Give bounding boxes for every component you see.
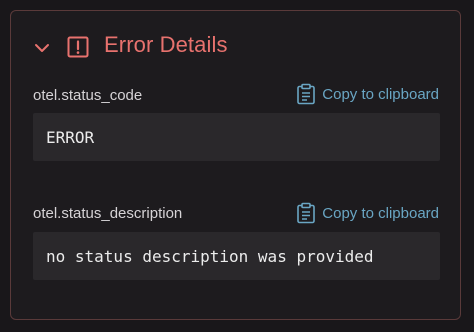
attribute-value: ERROR (46, 127, 95, 147)
attribute-key: otel.status_code (33, 87, 143, 104)
attribute-value: no status description was provided (46, 246, 374, 266)
copy-to-clipboard-button[interactable]: Copy to clipboard (296, 202, 439, 224)
section-title: Error Details (104, 32, 228, 57)
chevron-down-icon[interactable] (33, 39, 51, 57)
clipboard-icon (297, 83, 316, 105)
error-details-header[interactable]: Error Details (11, 11, 460, 83)
clipboard-icon (297, 202, 316, 224)
copy-button-label: Copy to clipboard (322, 204, 439, 222)
attribute-value-box: ERROR (33, 113, 440, 161)
error-details-panel: Error Details otel.status_code Copy to c… (10, 10, 461, 320)
copy-to-clipboard-button[interactable]: Copy to clipboard (296, 83, 439, 105)
copy-button-label: Copy to clipboard (322, 85, 439, 103)
attribute-value-box: no status description was provided (33, 232, 440, 280)
attribute-key: otel.status_description (33, 205, 183, 222)
alert-square-icon (67, 36, 89, 58)
